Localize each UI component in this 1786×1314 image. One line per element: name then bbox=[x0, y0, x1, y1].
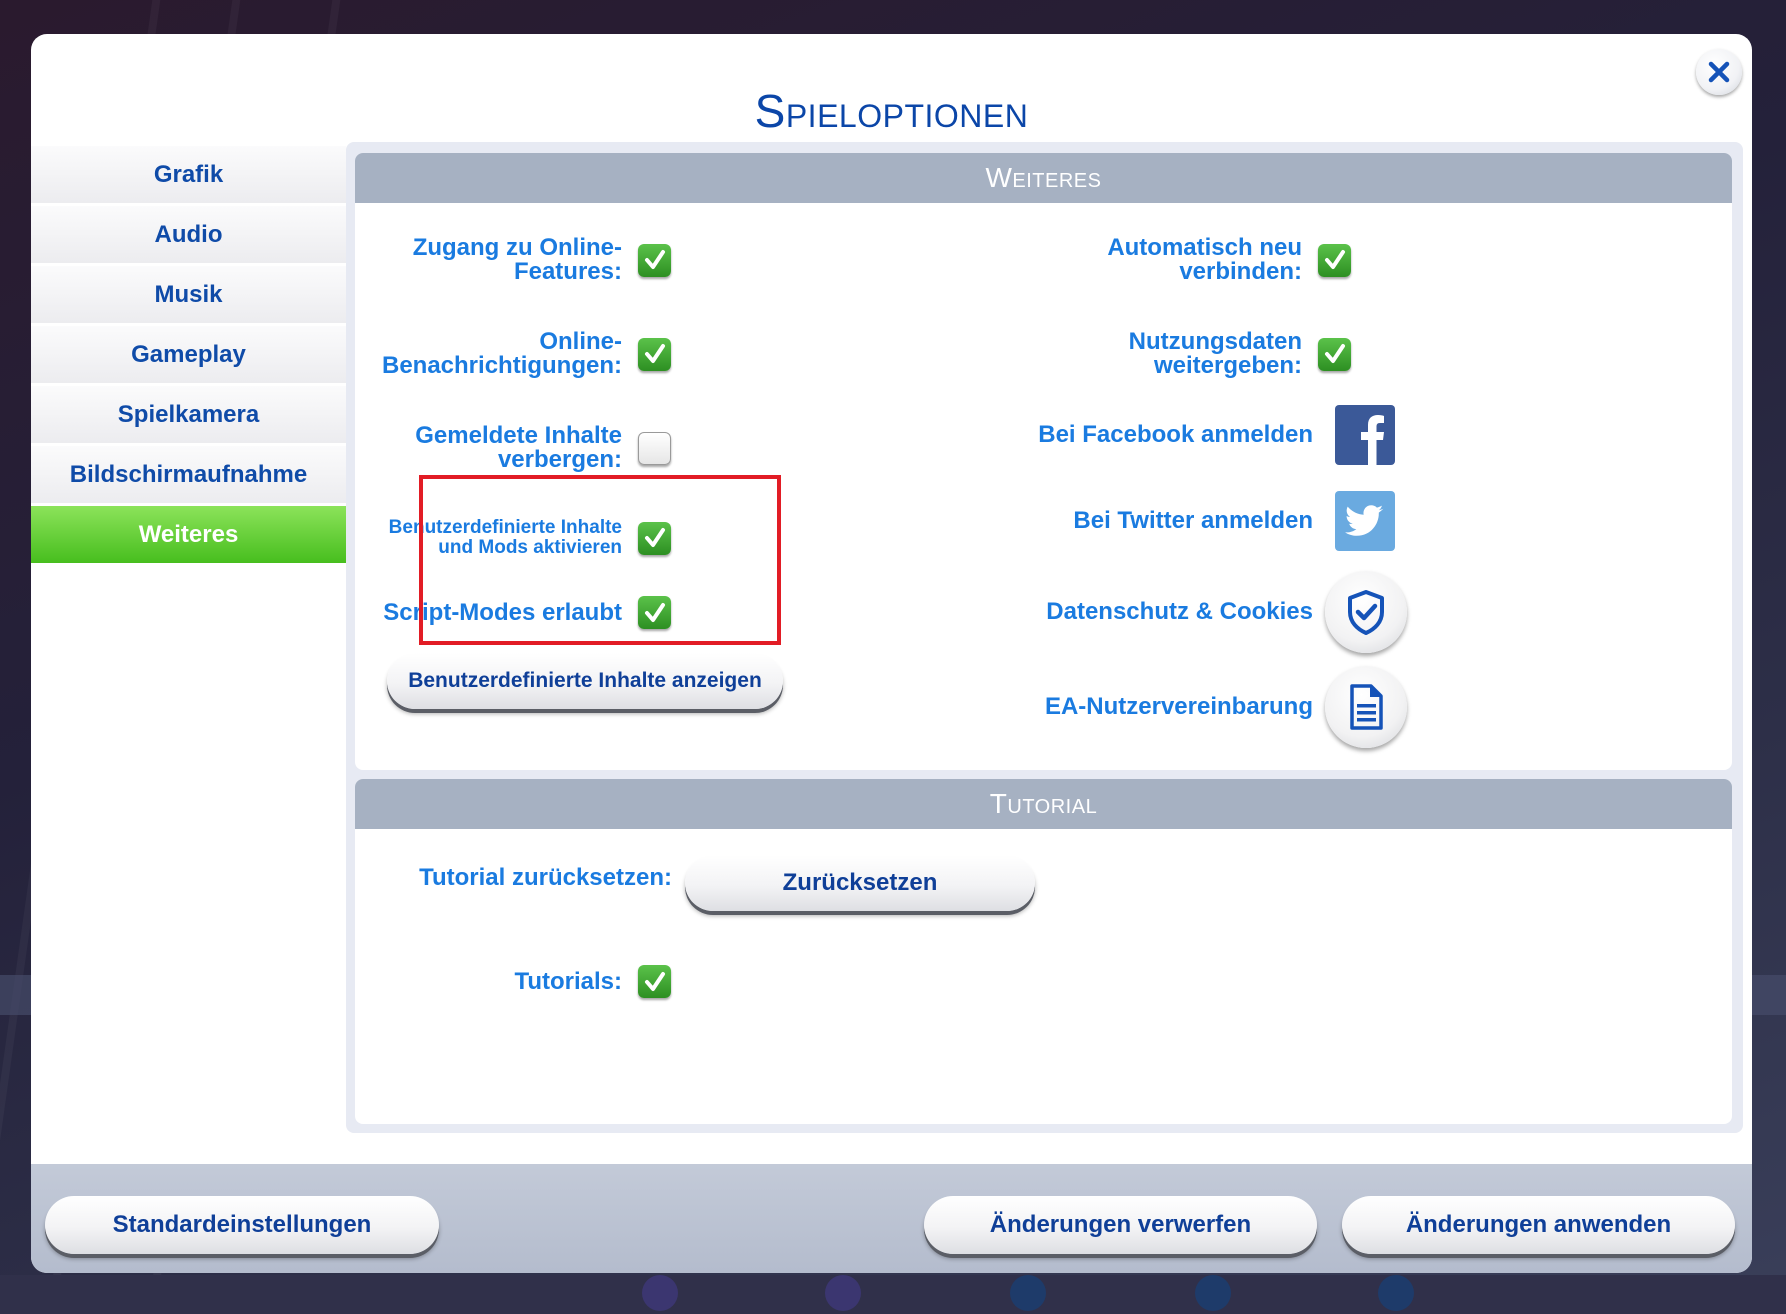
section-tutorial: Tutorial Tutorial zurücksetzen: Zurückse… bbox=[355, 779, 1732, 1124]
facebook-login-link[interactable]: Bei Facebook anmelden bbox=[1038, 405, 1395, 465]
checkmark-icon bbox=[644, 344, 665, 363]
sidebar-item-audio[interactable]: Audio bbox=[31, 206, 346, 263]
background-vampire-icon bbox=[1195, 1275, 1231, 1311]
option-tutorials: Tutorials: bbox=[514, 965, 671, 998]
section-header-tutorial: Tutorial bbox=[355, 779, 1732, 829]
checkmark-icon bbox=[1324, 250, 1345, 269]
option-label: Nutzungsdaten weitergeben: bbox=[1128, 328, 1302, 379]
twitter-login-link[interactable]: Bei Twitter anmelden bbox=[1073, 491, 1395, 551]
background-vampire-icon bbox=[1010, 1275, 1046, 1311]
highlight-box bbox=[419, 475, 781, 645]
restore-defaults-button[interactable]: Standardeinstellungen bbox=[45, 1196, 439, 1254]
hide-reported-content-checkbox[interactable] bbox=[638, 431, 671, 465]
auto-reconnect-checkbox[interactable] bbox=[1318, 243, 1351, 277]
option-label: Automatisch neu verbinden: bbox=[1107, 234, 1302, 285]
sidebar-item-bildschirmaufnahme[interactable]: Bildschirmaufnahme bbox=[31, 446, 346, 503]
user-agreement-button[interactable] bbox=[1325, 666, 1407, 748]
background-vampire-icon bbox=[1378, 1275, 1414, 1311]
background-group-icon bbox=[642, 1275, 678, 1311]
background-group-icon bbox=[825, 1275, 861, 1311]
sidebar-item-spielkamera[interactable]: Spielkamera bbox=[31, 386, 346, 443]
sidebar-item-musik[interactable]: Musik bbox=[31, 266, 346, 323]
twitter-login-label[interactable]: Bei Twitter anmelden bbox=[1073, 509, 1313, 533]
section-weiteres: Weiteres Zugang zu Online- Features: Onl… bbox=[355, 153, 1732, 770]
twitter-icon[interactable] bbox=[1335, 491, 1395, 551]
option-label: Zugang zu Online- Features: bbox=[412, 234, 622, 285]
shield-check-icon bbox=[1348, 590, 1384, 635]
checkmark-icon bbox=[1324, 344, 1345, 363]
show-custom-content-button[interactable]: Benutzerdefinierte Inhalte anzeigen bbox=[387, 653, 783, 709]
options-content: Weiteres Zugang zu Online- Features: Onl… bbox=[346, 142, 1743, 1133]
option-label: Online- Benachrichtigungen: bbox=[381, 328, 622, 379]
document-icon bbox=[1350, 684, 1383, 730]
reset-tutorial-label: Tutorial zurücksetzen: bbox=[419, 864, 672, 891]
tutorials-label: Tutorials: bbox=[514, 967, 622, 995]
reset-tutorial-button[interactable]: Zurücksetzen bbox=[685, 855, 1035, 911]
sidebar-item-grafik[interactable]: Grafik bbox=[31, 146, 346, 203]
online-access-checkbox[interactable] bbox=[638, 243, 671, 277]
game-options-dialog: Spieloptionen Grafik Audio Musik Gamepla… bbox=[31, 34, 1752, 1273]
option-online-notifications: Online- Benachrichtigungen: bbox=[382, 330, 671, 378]
close-button[interactable] bbox=[1696, 49, 1742, 95]
dialog-footer: Standardeinstellungen Änderungen verwerf… bbox=[31, 1164, 1752, 1273]
checkmark-icon bbox=[644, 971, 665, 991]
option-label: Gemeldete Inhalte verbergen: bbox=[415, 422, 622, 473]
option-reset-tutorial: Tutorial zurücksetzen: bbox=[419, 866, 672, 890]
online-notifications-checkbox[interactable] bbox=[638, 337, 671, 371]
sidebar-item-weiteres[interactable]: Weiteres bbox=[31, 506, 346, 563]
ea-user-agreement-link[interactable]: EA-Nutzervereinbarung bbox=[1045, 666, 1407, 748]
checkmark-icon bbox=[644, 250, 665, 269]
option-hide-reported-content: Gemeldete Inhalte verbergen: bbox=[415, 424, 671, 472]
option-auto-reconnect: Automatisch neu verbinden: bbox=[1107, 236, 1351, 284]
facebook-login-label[interactable]: Bei Facebook anmelden bbox=[1038, 423, 1313, 447]
share-usage-data-checkbox[interactable] bbox=[1318, 337, 1351, 371]
sidebar-item-gameplay[interactable]: Gameplay bbox=[31, 326, 346, 383]
section-header-weiteres: Weiteres bbox=[355, 153, 1732, 203]
ea-user-agreement-label[interactable]: EA-Nutzervereinbarung bbox=[1045, 695, 1313, 719]
privacy-cookies-link[interactable]: Datenschutz & Cookies bbox=[1046, 571, 1407, 653]
close-icon bbox=[1708, 61, 1730, 83]
dialog-title: Spieloptionen bbox=[754, 85, 1029, 137]
privacy-button[interactable] bbox=[1325, 571, 1407, 653]
option-online-access: Zugang zu Online- Features: bbox=[413, 236, 671, 284]
tutorials-checkbox[interactable] bbox=[638, 965, 671, 998]
discard-changes-button[interactable]: Änderungen verwerfen bbox=[924, 1196, 1317, 1254]
privacy-cookies-label[interactable]: Datenschutz & Cookies bbox=[1046, 600, 1313, 624]
options-sidebar: Grafik Audio Musik Gameplay Spielkamera … bbox=[31, 146, 346, 566]
option-share-usage-data: Nutzungsdaten weitergeben: bbox=[1129, 330, 1351, 378]
apply-changes-button[interactable]: Änderungen anwenden bbox=[1342, 1196, 1735, 1254]
facebook-icon[interactable] bbox=[1335, 405, 1395, 465]
